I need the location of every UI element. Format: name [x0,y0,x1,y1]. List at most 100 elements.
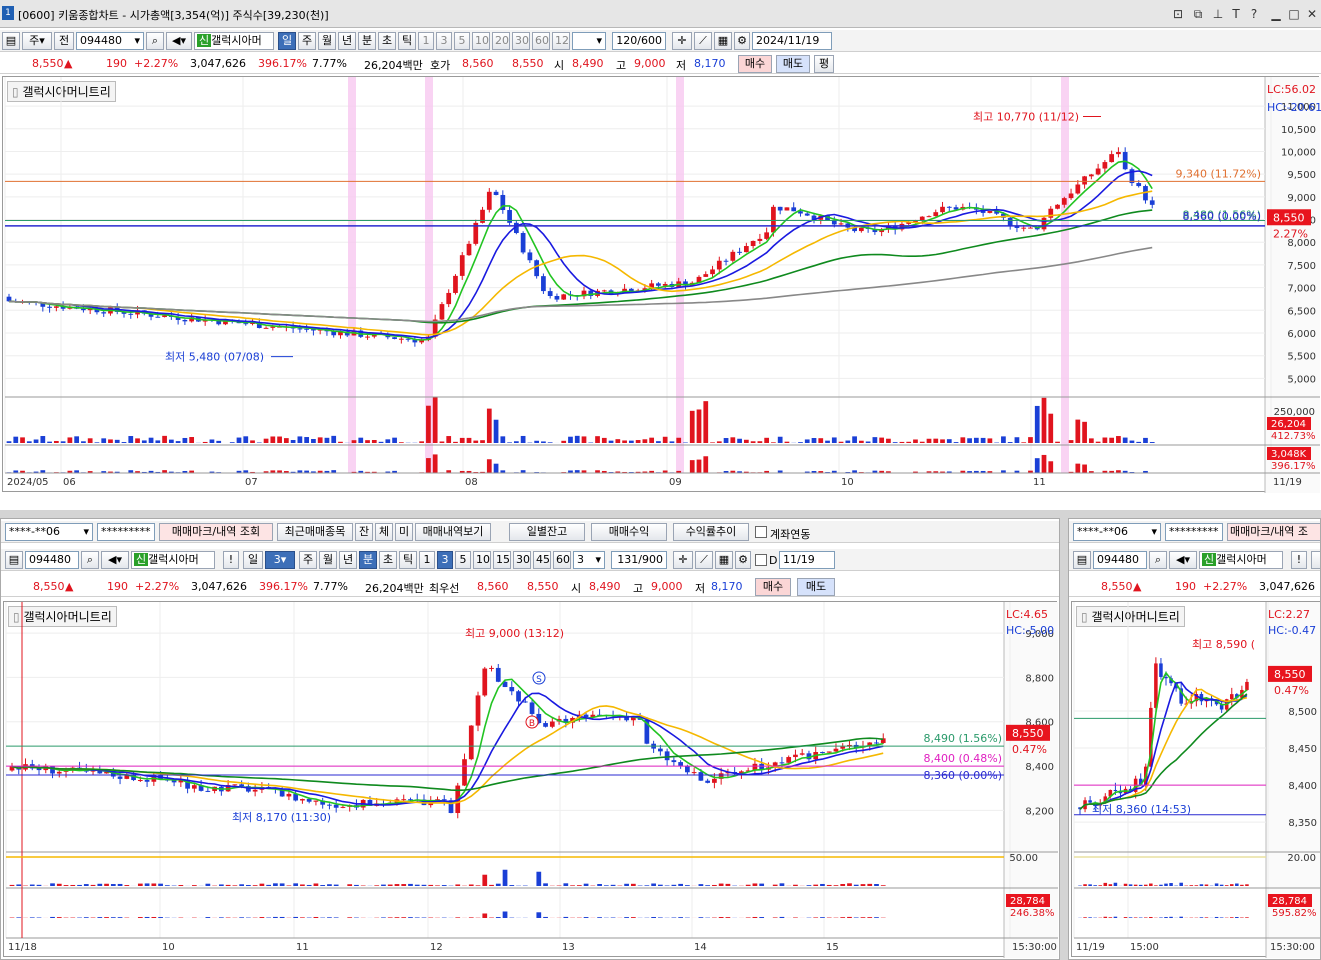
br-menu-icon[interactable]: ▤ [1073,551,1091,569]
period-month[interactable]: 월 [318,32,336,50]
maximize-icon[interactable]: □ [1286,6,1302,22]
restore-layout-icon[interactable]: ⊡ [1170,6,1186,22]
br-minute-chart[interactable]: 8,500 8,450 8,400 8,350 11/19 15:00 15:30:00 최고… [1072,602,1321,958]
num-10[interactable]: 10 [472,32,490,50]
stock-name-field[interactable]: 신 갤럭시아머 [194,32,274,50]
bl-num-30[interactable]: 30 [513,551,531,569]
bl-account-link-checkbox[interactable] [755,526,767,538]
bl-draw-tool-icon[interactable]: ⟋ [695,551,713,569]
minimize-icon[interactable]: ▁ [1268,6,1284,22]
date-input[interactable]: 2024/11/19 [752,32,832,50]
num-3[interactable]: 3 [436,32,452,50]
num-120[interactable]: 120 [552,32,570,50]
bl-num-15[interactable]: 15 [493,551,511,569]
br-sound-icon[interactable]: ◀▾ [1169,551,1197,569]
br-name-field[interactable]: 신 갤럭시아머 [1199,551,1283,569]
bl-filled-button[interactable]: 체 [375,523,393,541]
bl-d-checkbox[interactable] [755,554,767,566]
bl-return-trend-button[interactable]: 수익률추이 [673,523,749,541]
bl-balance-button[interactable]: 잔 [355,523,373,541]
draw-tool-icon[interactable]: ⟋ [694,32,712,50]
period-day[interactable]: 일 [278,32,296,50]
br-search-icon[interactable]: ⌕ [1149,551,1167,569]
bl-sell-button[interactable]: 매도 [797,578,835,596]
pin-icon[interactable]: ⊥ [1210,6,1226,22]
period-week[interactable]: 주 [298,32,316,50]
br-code-input[interactable]: 094480 [1093,551,1147,569]
bl-date-input[interactable]: 11/19 [779,551,835,569]
bl-account-select[interactable]: ****-**06 ▾ [5,523,93,541]
bl-period-day[interactable]: 일 [243,551,263,569]
bl-crosshair-icon[interactable]: ✛ [673,551,693,569]
num-20[interactable]: 20 [492,32,510,50]
bl-num-1[interactable]: 1 [419,551,435,569]
horizontal-splitter[interactable] [0,510,1321,518]
bl-trade-mark-button[interactable]: 매매마크/내역 조회 [159,523,273,541]
close-icon[interactable]: ✕ [1304,6,1320,22]
bl-daily-balance-button[interactable]: 일별잔고 [509,523,585,541]
sound-icon[interactable]: ◀▾ [166,32,192,50]
bl-search-icon[interactable]: ⌕ [81,551,99,569]
bl-sound-icon[interactable]: ◀▾ [101,551,129,569]
br-trade-mark-button[interactable]: 매매마크/내역 조 [1227,523,1320,541]
num-30[interactable]: 30 [512,32,530,50]
bl-count-box[interactable]: 3 ▾ [573,551,605,569]
period-minute[interactable]: 분 [358,32,376,50]
period-tick[interactable]: 틱 [398,32,416,50]
bl-password-field[interactable]: ********* [97,523,155,541]
menu-icon[interactable]: ▤ [2,32,20,50]
bl-period-week[interactable]: 주 [299,551,317,569]
buy-button[interactable]: 매수 [738,55,772,73]
help-icon[interactable]: ? [1246,6,1262,22]
bl-recent-trades-button[interactable]: 최근매매종목 [277,523,353,541]
period-mode-select[interactable]: 주▾ [22,32,52,50]
bl-save-icon[interactable]: ▦ [715,551,733,569]
sell-button[interactable]: 매도 [776,55,810,73]
bl-period-second[interactable]: 초 [379,551,397,569]
bl-period-year[interactable]: 년 [339,551,357,569]
bl-period-month[interactable]: 월 [319,551,337,569]
br-alert-button[interactable]: ! [1291,551,1307,569]
bl-code-input[interactable]: 094480 [25,551,79,569]
bl-num-45[interactable]: 45 [533,551,551,569]
num-60[interactable]: 60 [532,32,550,50]
chart-type-icon[interactable]: ▦ [714,32,732,50]
bl-trade-profit-button[interactable]: 매매수익 [591,523,667,541]
bl-num-3[interactable]: 3 [437,551,453,569]
period-year[interactable]: 년 [338,32,356,50]
avg-button[interactable]: 평 [814,55,834,73]
bl-num-5[interactable]: 5 [455,551,471,569]
br-chart-panel[interactable]: ▯ 갤럭시아머니트리 8,500 8,450 8,400 8,350 11/19 15:0… [1071,601,1321,958]
bl-menu-icon[interactable]: ▤ [5,551,23,569]
bl-num-10[interactable]: 10 [473,551,491,569]
bl-period-minute[interactable]: 분 [359,551,377,569]
top-chart-panel[interactable]: ▯ 갤럭시아머니트리 11,000 10,500 10,000 9,500 9,000 8… [2,76,1321,493]
bl-day-count-select[interactable]: 3▾ [265,551,295,569]
bl-unfilled-button[interactable]: 미 [395,523,413,541]
stock-code-input[interactable]: 094480 ▾ [76,32,144,50]
br-account-select[interactable]: ****-**06 ▾ [1073,523,1161,541]
count-input[interactable]: 120/600 [612,32,666,50]
settings-icon[interactable]: ⚙ [734,32,750,50]
bl-period-tick[interactable]: 틱 [399,551,417,569]
bl-name-field[interactable]: 신 갤럭시아머 [131,551,215,569]
bl-count-input[interactable]: 131/900 [611,551,667,569]
num-1[interactable]: 1 [418,32,434,50]
search-icon[interactable]: ⌕ [146,32,164,50]
bl-settings-icon[interactable]: ⚙ [735,551,751,569]
period-second[interactable]: 초 [378,32,396,50]
bl-trade-history-button[interactable]: 매매내역보기 [415,523,491,541]
font-icon[interactable]: T [1228,6,1244,22]
br-password-field[interactable]: ********* [1165,523,1223,541]
br-period-day-partial[interactable] [1311,551,1320,569]
bl-chart-panel[interactable]: ▯ 갤럭시아머니트리 9,000 8,800 8,600 8,400 8,200 11/1… [3,601,1058,958]
num-5[interactable]: 5 [454,32,470,50]
prev-button[interactable]: 전 [54,32,74,50]
bl-minute-chart[interactable]: 9,0008,8008,6008,4008,20011/18 10 11 12 13 14… [4,602,1058,958]
vertical-splitter[interactable] [1060,518,1068,960]
bl-num-60[interactable]: 60 [553,551,571,569]
bl-alert-button[interactable]: ! [223,551,239,569]
copy-window-icon[interactable]: ⧉ [1190,6,1206,22]
crosshair-icon[interactable]: ✛ [672,32,692,50]
bl-buy-button[interactable]: 매수 [755,578,791,596]
